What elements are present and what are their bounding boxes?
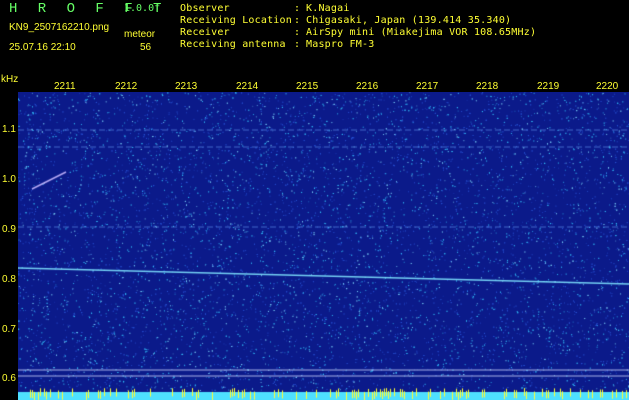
y-tick-label: 0.6	[2, 373, 16, 384]
y-tick-label: 0.7	[2, 324, 16, 335]
y-tick-label: 1.0	[2, 174, 16, 185]
datetime-label: 25.07.16 22:10	[9, 42, 76, 53]
x-tick-label: 2211	[54, 81, 76, 92]
x-tick-label: 2215	[296, 81, 319, 92]
y-tick-label: 0.8	[2, 274, 16, 285]
x-tick-label: 2214	[236, 81, 259, 92]
info-row-antenna: Receiving antenna: Maspro FM-3	[180, 39, 375, 50]
spectrogram-area	[18, 92, 629, 400]
y-tick-label: 1.1	[2, 124, 16, 135]
info-row-receiver: Receiver: AirSpy mini (Miakejima VOR 108.…	[180, 27, 537, 38]
mode-label: meteor	[124, 29, 156, 40]
x-tick-label: 2217	[416, 81, 439, 92]
y-tick-label: 0.9	[2, 224, 16, 235]
version-label: 1.0.0f	[124, 3, 161, 14]
info-row-observer: Observer: K.Nagai	[180, 3, 350, 14]
station-info: Observer: K.Nagai Receiving Location: Chig…	[180, 3, 536, 51]
info-row-location: Receiving Location: Chigasaki, Japan (139…	[180, 15, 512, 26]
x-tick-label: 2218	[476, 81, 499, 92]
header-panel: H R O F F T 1.0.0f KN9_2507162210.png me…	[0, 0, 629, 78]
file-name: KN9_2507162210.png	[9, 22, 110, 33]
x-tick-label: 2212	[115, 81, 138, 92]
spectrogram-canvas	[18, 92, 629, 400]
x-tick-label: 2219	[537, 81, 560, 92]
x-tick-label: 2213	[175, 81, 198, 92]
y-axis-unit: kHz	[1, 74, 19, 85]
x-tick-label: 2220	[596, 81, 619, 92]
x-tick-label: 2216	[356, 81, 379, 92]
count-label: 56	[140, 42, 152, 53]
